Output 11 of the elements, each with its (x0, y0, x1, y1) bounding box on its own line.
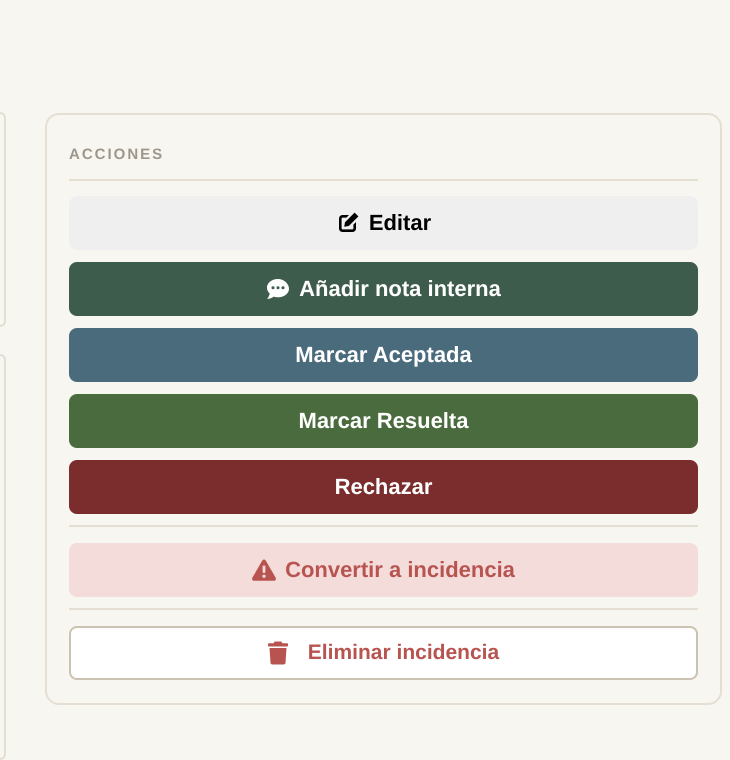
warning-icon (252, 559, 276, 581)
convert-button[interactable]: Convertir a incidencia (69, 543, 698, 597)
panel-heading: ACCIONES (69, 145, 164, 165)
trash-icon (268, 641, 288, 665)
edit-button[interactable]: Editar (69, 196, 698, 250)
add-note-button[interactable]: Añadir nota interna (69, 262, 698, 316)
chat-bubble-icon (266, 278, 290, 300)
accept-button[interactable]: Marcar Aceptada (69, 328, 698, 382)
reject-button[interactable]: Rechazar (69, 460, 698, 514)
resolve-button[interactable]: Marcar Resuelta (69, 394, 698, 448)
delete-button[interactable]: Eliminar incidencia (69, 626, 698, 680)
